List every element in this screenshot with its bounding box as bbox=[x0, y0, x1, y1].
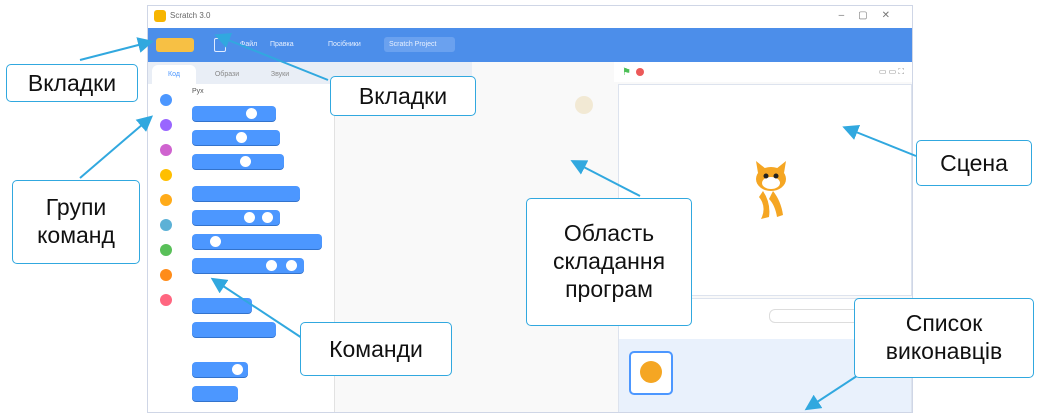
callout-sprite-list: Список виконавців bbox=[854, 298, 1034, 378]
callout-sprites-line1: Список bbox=[905, 310, 983, 336]
callout-groups-line2: команд bbox=[37, 222, 115, 248]
arrow-groups bbox=[79, 115, 154, 179]
arrow-commands bbox=[210, 277, 303, 339]
arrow-tabs-left bbox=[79, 37, 154, 61]
arrow-tabs-top bbox=[214, 33, 329, 81]
callout-stage: Сцена bbox=[916, 140, 1032, 186]
callout-command-groups: Групи команд bbox=[12, 180, 140, 264]
arrow-workspace bbox=[570, 160, 641, 197]
callout-commands: Команди bbox=[300, 322, 452, 376]
callout-tabs-left: Вкладки bbox=[6, 64, 138, 102]
callout-workspace: Область складання програм bbox=[526, 198, 692, 326]
callout-workspace-line1: Область bbox=[563, 220, 655, 246]
callout-workspace-line2: складання bbox=[552, 248, 666, 274]
callout-groups-line1: Групи bbox=[45, 194, 107, 220]
arrow-stage bbox=[842, 125, 917, 157]
callout-workspace-line3: програм bbox=[565, 276, 653, 302]
callout-sprites-line2: виконавців bbox=[885, 338, 1003, 364]
callout-tabs-top: Вкладки bbox=[330, 76, 476, 116]
